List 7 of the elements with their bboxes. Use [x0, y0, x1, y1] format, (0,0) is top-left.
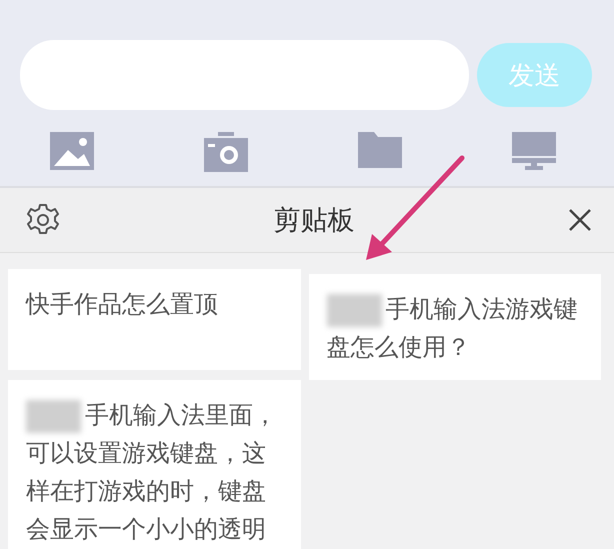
monitor-icon[interactable]: [512, 132, 556, 170]
settings-icon[interactable]: [26, 203, 60, 237]
picture-icon[interactable]: [50, 132, 94, 170]
close-icon[interactable]: [568, 208, 592, 232]
camera-icon[interactable]: [204, 132, 248, 172]
panel-title: 剪贴板: [274, 204, 354, 238]
folder-icon[interactable]: [358, 132, 402, 168]
